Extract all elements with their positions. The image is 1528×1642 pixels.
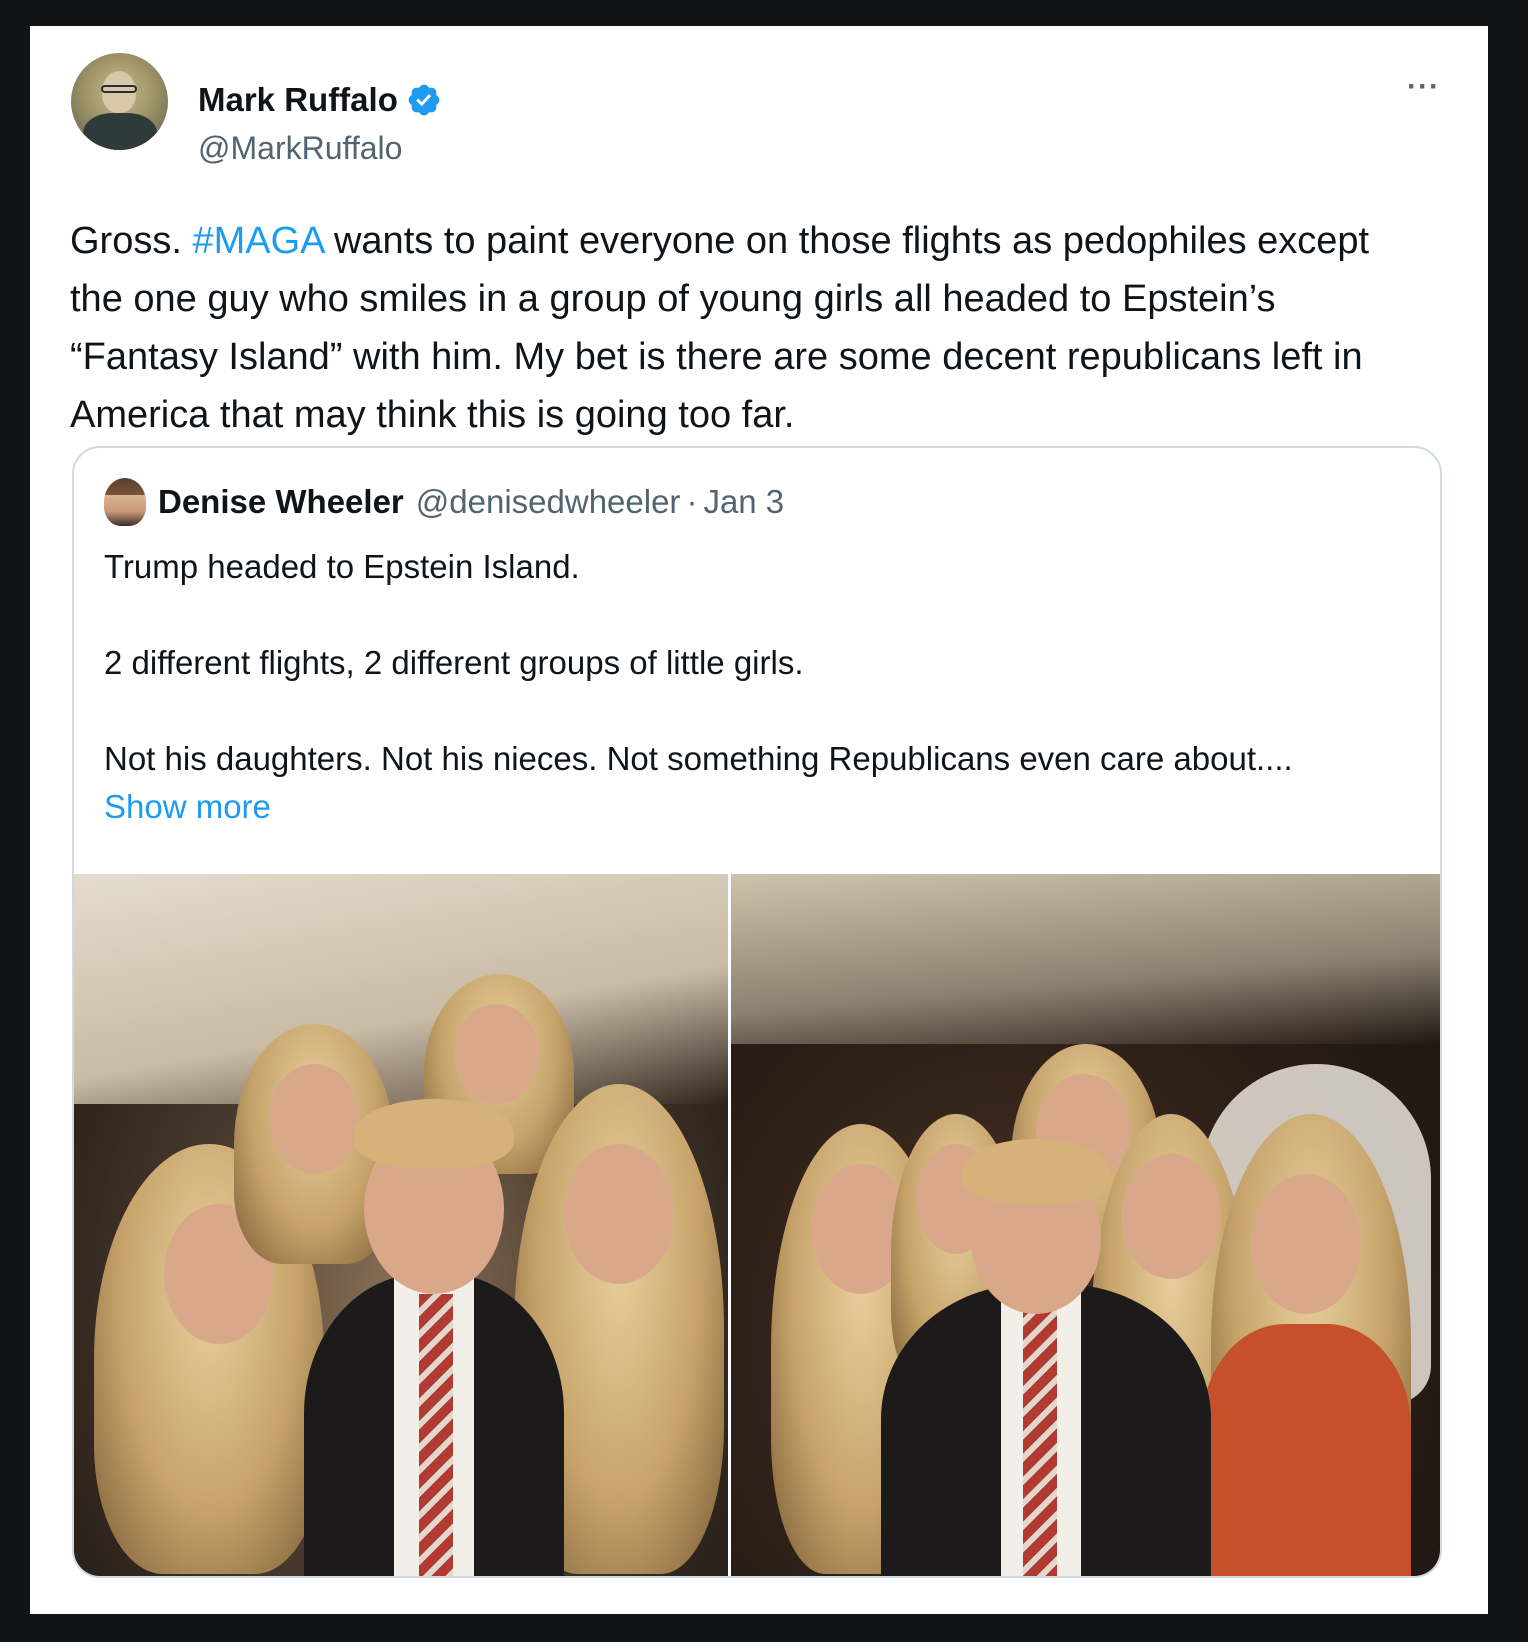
verified-badge-icon xyxy=(408,84,440,116)
quoted-tweet[interactable]: Denise Wheeler @denisedwheeler · Jan 3 T… xyxy=(72,446,1442,1578)
tweet-text-start: Gross. xyxy=(70,220,193,262)
quoted-text-line: 2 different flights, 2 different groups … xyxy=(104,644,804,681)
quoted-tweet-media xyxy=(74,874,1440,1576)
author-avatar[interactable] xyxy=(71,53,168,150)
media-photo-right[interactable] xyxy=(731,874,1440,1576)
author-handle[interactable]: @MarkRuffalo xyxy=(198,130,402,167)
quoted-tweet-text: Trump headed to Epstein Island. 2 differ… xyxy=(104,543,1424,831)
author-display-name[interactable]: Mark Ruffalo xyxy=(198,81,398,119)
tweet-card: Mark Ruffalo @MarkRuffalo ··· Gross. #MA… xyxy=(30,26,1488,1614)
quoted-tweet-date: Jan 3 xyxy=(703,483,785,520)
quoted-author-handle: @denisedwheeler xyxy=(415,483,681,520)
show-more-link[interactable]: Show more xyxy=(104,788,271,825)
more-options-icon[interactable]: ··· xyxy=(1407,70,1440,104)
header-separator: · xyxy=(686,483,698,520)
quoted-tweet-header: Denise Wheeler @denisedwheeler · Jan 3 xyxy=(104,478,784,526)
media-photo-left[interactable] xyxy=(74,874,731,1576)
quoted-author-avatar xyxy=(104,478,146,526)
quoted-author-name: Denise Wheeler xyxy=(158,483,404,520)
tweet-text: Gross. #MAGA wants to paint everyone on … xyxy=(70,212,1410,444)
hashtag-link[interactable]: #MAGA xyxy=(192,220,323,262)
quoted-text-line: Trump headed to Epstein Island. xyxy=(104,548,580,585)
quoted-text-line: Not his daughters. Not his nieces. Not s… xyxy=(104,740,1293,777)
author-name-row: Mark Ruffalo xyxy=(198,81,442,119)
